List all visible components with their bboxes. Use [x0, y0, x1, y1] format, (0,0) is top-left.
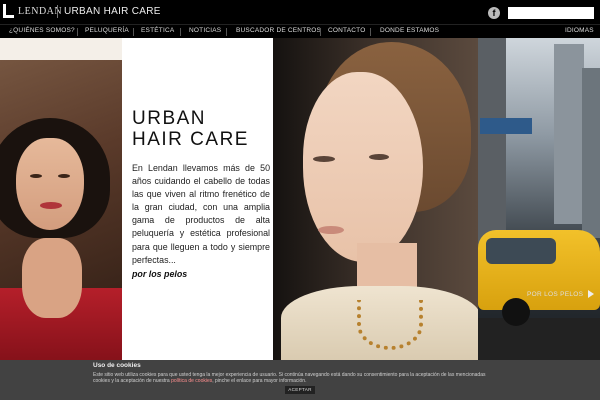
hero-photo-right	[478, 38, 600, 360]
top-header: LENDAN URBAN HAIR CARE f	[0, 0, 600, 24]
slide-caption: POR LOS PELOS	[527, 291, 584, 298]
accept-cookies-button[interactable]: ACEPTAR	[285, 386, 315, 394]
nav-item-noticias[interactable]: NOTICIAS	[189, 27, 221, 34]
nav-divider	[320, 28, 321, 36]
nav-item-contacto[interactable]: CONTACTO	[328, 27, 365, 34]
hero-tagline: por los pelos	[132, 269, 188, 279]
hero-title-line1: URBAN	[132, 108, 207, 129]
nav-item-quienes-somos[interactable]: ¿QUIÉNES SOMOS?	[9, 27, 75, 34]
cookie-text: Este sitio web utiliza cookies para que …	[93, 372, 493, 385]
lendan-logo-icon[interactable]	[3, 4, 14, 18]
nav-item-donde-estamos[interactable]: DONDE ESTAMOS	[380, 27, 439, 34]
nav-divider	[180, 28, 181, 36]
nav-divider	[226, 28, 227, 36]
logo-divider	[57, 5, 58, 18]
cookie-policy-link[interactable]: política de cookies	[171, 378, 212, 384]
cookie-text-after: , pinche el enlace para mayor informació…	[212, 378, 307, 385]
hero-slider: URBAN HAIR CARE En Lendan llevamos más d…	[0, 38, 600, 360]
main-nav: ¿QUIÉNES SOMOS? PELUQUERÍA ESTÉTICA NOTI…	[0, 24, 600, 38]
nav-item-buscador[interactable]: BUSCADOR DE CENTROS	[236, 27, 321, 34]
cookie-title: Uso de cookies	[93, 362, 141, 369]
nav-divider	[370, 28, 371, 36]
brand-title: URBAN HAIR CARE	[64, 6, 161, 17]
nav-divider	[77, 28, 78, 36]
slide-next-arrow-icon[interactable]	[588, 290, 594, 298]
logo-text[interactable]: LENDAN	[18, 6, 62, 17]
nav-item-peluqueria[interactable]: PELUQUERÍA	[85, 27, 129, 34]
hero-photo-center	[273, 38, 478, 360]
hero-body-text: En Lendan llevamos más de 50 años cuidan…	[132, 163, 270, 265]
cookie-banner: Uso de cookies Este sitio web utiliza co…	[0, 360, 600, 400]
search-input[interactable]	[508, 7, 594, 19]
hero-title-line2: HAIR CARE	[132, 129, 249, 150]
hero-text-panel: URBAN HAIR CARE En Lendan llevamos más d…	[122, 38, 273, 360]
hero-photo-left	[0, 38, 122, 360]
nav-item-estetica[interactable]: ESTÉTICA	[141, 27, 174, 34]
nav-divider	[133, 28, 134, 36]
nav-item-idiomas[interactable]: IDIOMAS	[565, 27, 594, 34]
facebook-icon[interactable]: f	[488, 7, 500, 19]
